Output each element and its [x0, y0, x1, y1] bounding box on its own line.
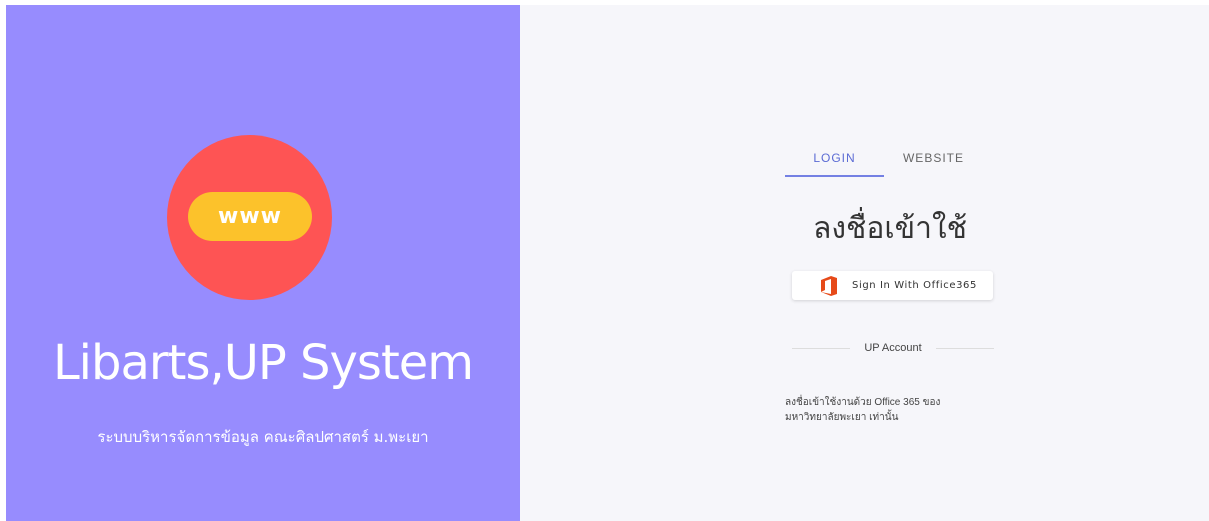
signin-note: ลงชื่อเข้าใช้งานด้วย Office 365 ของ มหาว…	[785, 395, 985, 425]
tab-bar: LOGIN WEBSITE	[785, 147, 983, 177]
login-heading: ลงชื่อเข้าใช้	[812, 211, 968, 246]
tab-website[interactable]: WEBSITE	[884, 147, 983, 175]
office365-signin-label: Sign In With Office365	[852, 280, 977, 291]
divider-label: UP Account	[864, 342, 922, 354]
office365-icon	[821, 275, 837, 296]
signin-note-line-2: มหาวิทยาลัยพะเยา เท่านั้น	[785, 412, 899, 423]
signin-note-line-1: ลงชื่อเข้าใช้งานด้วย Office 365 ของ	[785, 397, 941, 408]
page-frame: www Libarts,UP System ระบบบริหารจัดการข้…	[6, 5, 1209, 521]
system-subtitle: ระบบบริหารจัดการข้อมูล คณะศิลปศาสตร์ ม.พ…	[97, 428, 429, 446]
divider-line-right	[935, 347, 994, 349]
tab-login[interactable]: LOGIN	[785, 147, 884, 177]
login-panel: LOGIN WEBSITE ลงชื่อเข้าใช้ Sign In With…	[520, 5, 1209, 521]
office365-signin-button[interactable]: Sign In With Office365	[792, 271, 993, 300]
divider-line-left	[792, 347, 851, 349]
www-logo-icon: www	[188, 192, 312, 241]
logo-circle: www	[167, 135, 332, 300]
brand-panel: www Libarts,UP System ระบบบริหารจัดการข้…	[6, 5, 520, 521]
account-divider: UP Account	[792, 340, 994, 356]
system-title: Libarts,UP System	[52, 335, 474, 391]
